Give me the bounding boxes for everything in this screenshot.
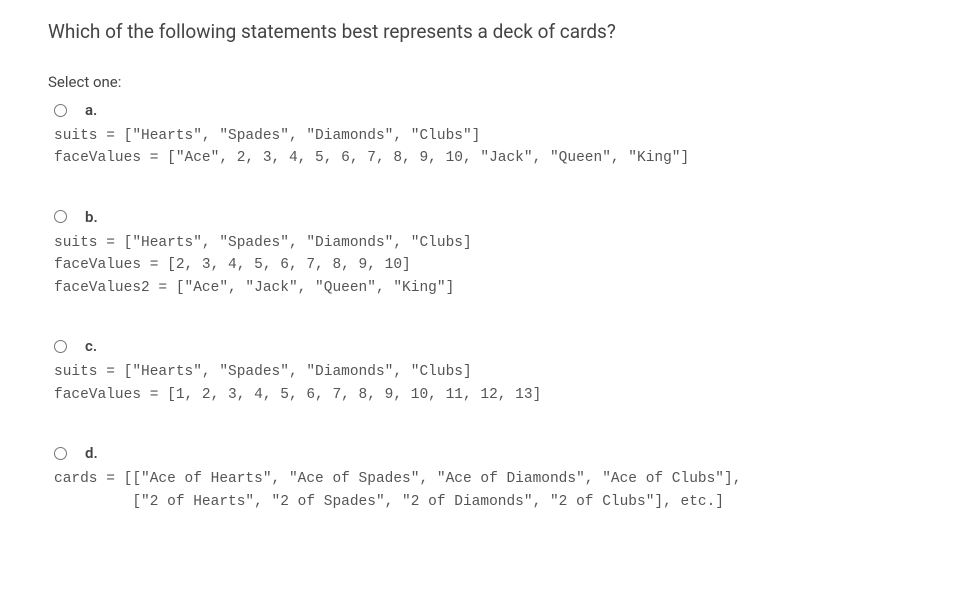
- option-c-header[interactable]: c.: [48, 337, 913, 355]
- option-c-code: suits = ["Hearts", "Spades", "Diamonds",…: [54, 361, 913, 406]
- radio-d[interactable]: [54, 447, 67, 460]
- option-d-label: d.: [85, 444, 98, 462]
- radio-a[interactable]: [54, 104, 67, 117]
- option-b-label: b.: [85, 208, 98, 226]
- option-d: d. cards = [["Ace of Hearts", "Ace of Sp…: [48, 444, 913, 513]
- option-a-code: suits = ["Hearts", "Spades", "Diamonds",…: [54, 125, 913, 170]
- option-b-code: suits = ["Hearts", "Spades", "Diamonds",…: [54, 232, 913, 299]
- option-a-header[interactable]: a.: [48, 101, 913, 119]
- option-d-code: cards = [["Ace of Hearts", "Ace of Spade…: [54, 468, 913, 513]
- radio-c[interactable]: [54, 340, 67, 353]
- option-b: b. suits = ["Hearts", "Spades", "Diamond…: [48, 208, 913, 299]
- question-text: Which of the following statements best r…: [48, 20, 913, 43]
- option-a: a. suits = ["Hearts", "Spades", "Diamond…: [48, 101, 913, 170]
- radio-b[interactable]: [54, 210, 67, 223]
- option-a-label: a.: [85, 101, 97, 119]
- option-c-label: c.: [85, 337, 97, 355]
- select-prompt: Select one:: [48, 73, 913, 91]
- option-c: c. suits = ["Hearts", "Spades", "Diamond…: [48, 337, 913, 406]
- option-d-header[interactable]: d.: [48, 444, 913, 462]
- option-b-header[interactable]: b.: [48, 208, 913, 226]
